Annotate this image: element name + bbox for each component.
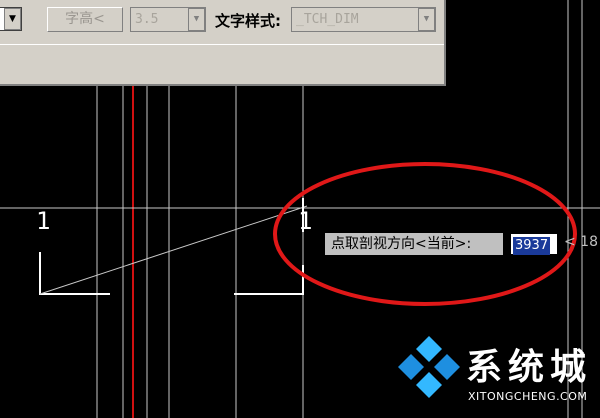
text-height-combo[interactable]: 3.5 ▼ xyxy=(130,7,206,32)
command-extra-text: < 18 xyxy=(564,234,598,250)
text-toolbar: ▼ 字高< 3.5 ▼ 文字样式: _TCH_DIM ▼ xyxy=(0,0,446,86)
watermark-domain: XITONGCHENG.COM xyxy=(468,390,588,403)
command-input-value: 3937 xyxy=(513,237,551,255)
text-height-button[interactable]: 字高< xyxy=(47,7,123,32)
previous-combo-box[interactable]: ▼ xyxy=(0,7,22,31)
text-style-value: _TCH_DIM xyxy=(296,12,359,27)
text-style-label: 文字样式: xyxy=(215,12,281,30)
watermark-chinese: 系统城 xyxy=(466,347,593,388)
rubber-band-line xyxy=(39,205,308,295)
command-input[interactable]: 3937 xyxy=(510,233,558,255)
watermark: 系统城 XITONGCHENG.COM xyxy=(394,332,594,412)
text-height-value: 3.5 xyxy=(135,12,159,27)
watermark-logo-icon xyxy=(398,336,460,398)
section-mark-left xyxy=(39,252,110,295)
chevron-down-icon[interactable]: ▼ xyxy=(4,8,21,30)
toolbar-divider xyxy=(0,44,444,45)
chevron-down-icon[interactable]: ▼ xyxy=(188,8,205,31)
section-number-right: 1 xyxy=(298,207,312,235)
text-style-combo[interactable]: _TCH_DIM ▼ xyxy=(291,7,436,32)
chevron-down-icon[interactable]: ▼ xyxy=(418,8,435,31)
command-prompt: 点取剖视方向<当前>: xyxy=(325,233,503,255)
section-number-left: 1 xyxy=(36,207,50,235)
